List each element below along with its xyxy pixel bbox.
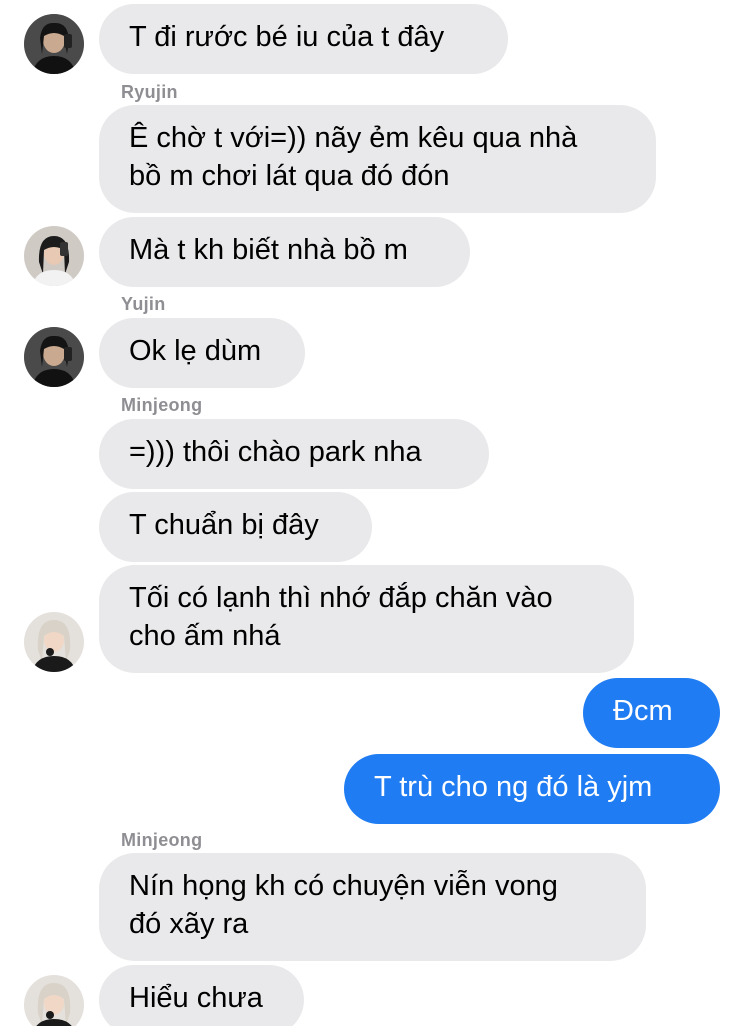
sender-name: Yujin (121, 294, 166, 314)
chat-thread: T đi rước bé iu của t đây Ryujin Ê chờ t… (0, 0, 750, 1026)
long-hair-avatar[interactable] (24, 226, 84, 286)
sender-name: Minjeong (121, 395, 203, 415)
blonde-hair-avatar[interactable] (24, 975, 84, 1026)
message-bubble[interactable]: Mà t kh biết nhà bồ m (99, 217, 470, 287)
blonde-hair-avatar[interactable] (24, 612, 84, 672)
dark-hair-avatar[interactable] (24, 327, 84, 387)
outgoing-message-bubble[interactable]: Đcm (583, 678, 720, 748)
outgoing-message-bubble[interactable]: T trù cho ng đó là yjm (344, 754, 720, 824)
message-bubble[interactable]: Ê chờ t với=)) nãy ẻm kêu qua nhà bồ m c… (99, 105, 656, 213)
sender-name: Ryujin (121, 82, 178, 102)
message-bubble[interactable]: T chuẩn bị đây (99, 492, 372, 562)
sender-name: Minjeong (121, 830, 203, 850)
message-bubble[interactable]: T đi rước bé iu của t đây (99, 4, 508, 74)
message-bubble[interactable]: Nín họng kh có chuyện viễn vong đó xãy r… (99, 853, 646, 961)
message-bubble[interactable]: Hiểu chưa (99, 965, 304, 1026)
message-bubble[interactable]: Tối có lạnh thì nhớ đắp chăn vào cho ấm … (99, 565, 634, 673)
dark-hair-avatar[interactable] (24, 14, 84, 74)
message-bubble[interactable]: =))) thôi chào park nha (99, 419, 489, 489)
message-bubble[interactable]: Ok lẹ dùm (99, 318, 305, 388)
